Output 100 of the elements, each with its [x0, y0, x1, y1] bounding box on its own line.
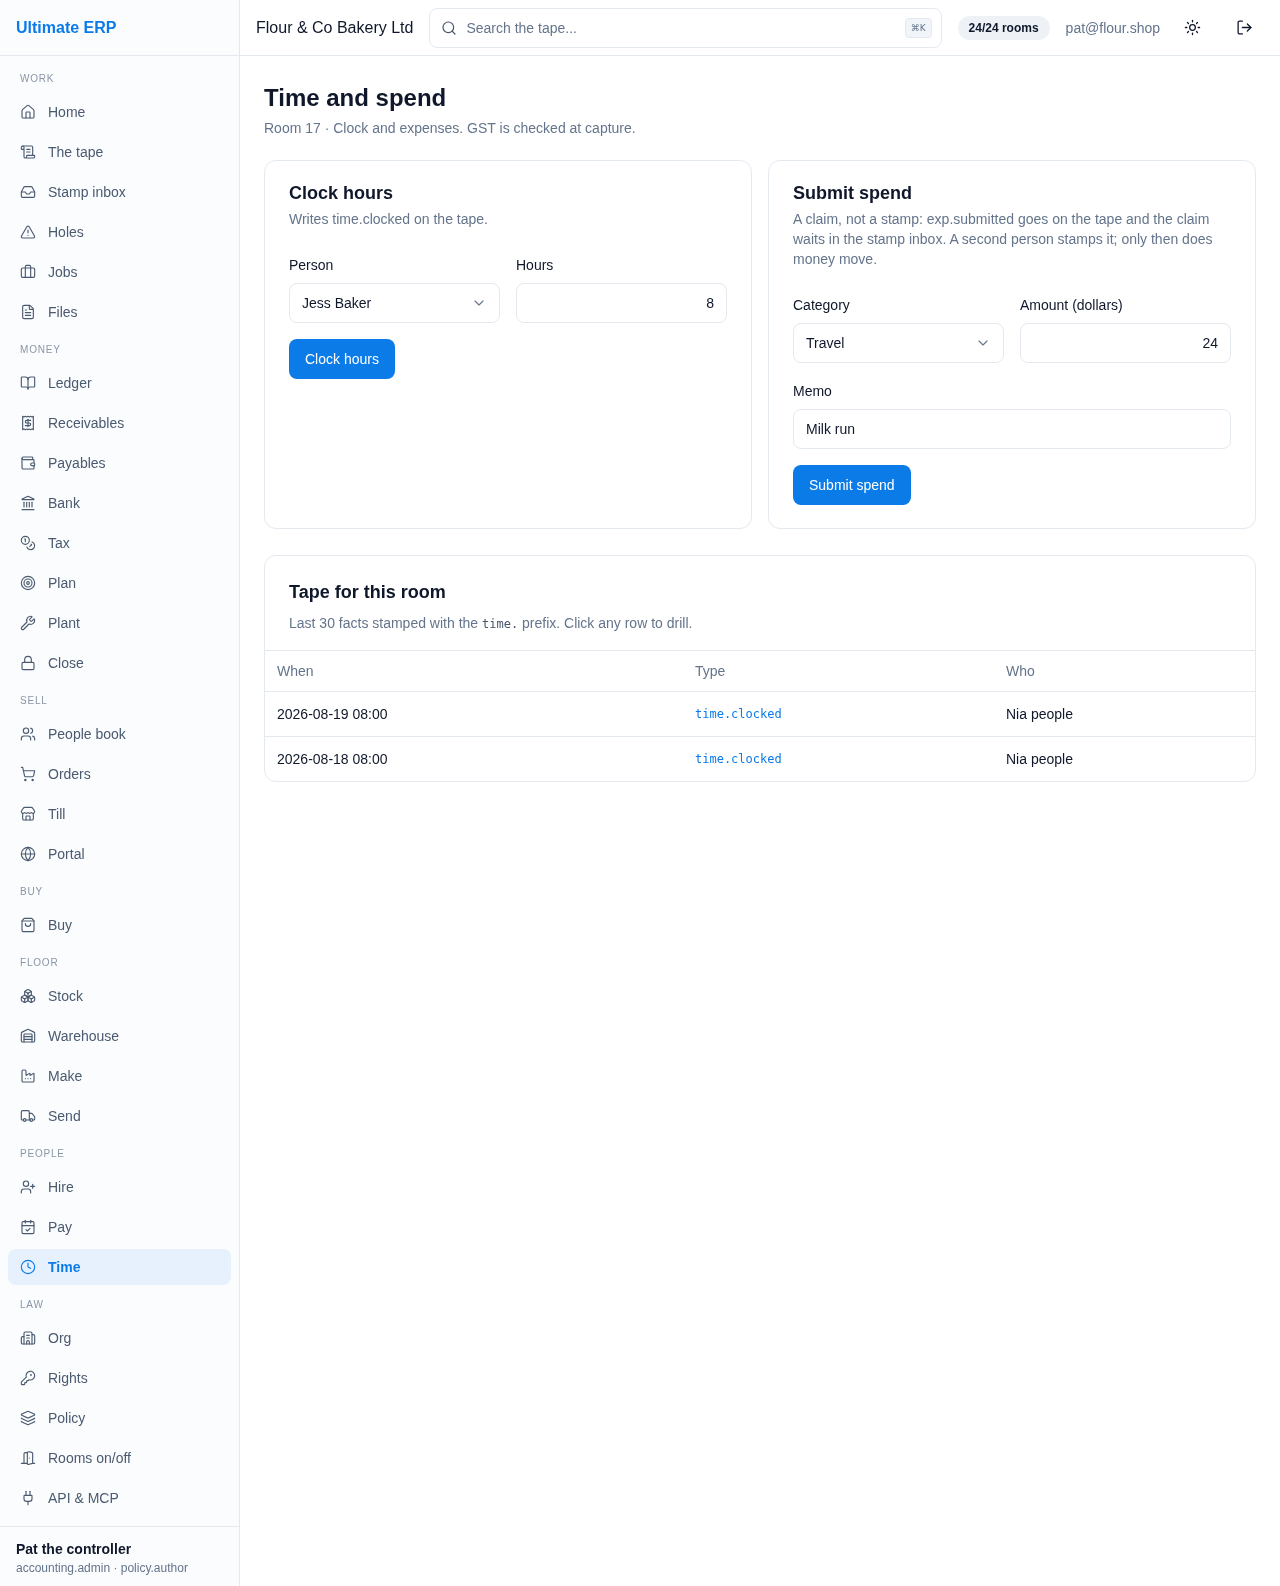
briefcase-icon: [20, 264, 36, 280]
nav-item[interactable]: Warehouse: [8, 1018, 231, 1054]
nav-item[interactable]: Receivables: [8, 405, 231, 441]
field-label: Person: [289, 256, 335, 275]
lock-icon: [20, 655, 36, 671]
column-header: Who: [1005, 662, 1036, 681]
brand-name: Ultimate ERP: [16, 18, 117, 37]
page-subtitle: Room 17 · Clock and expenses. GST is checked at capture.: [264, 119, 637, 138]
nav-section-label: BUY: [19, 885, 44, 899]
building-icon: [20, 1330, 36, 1346]
select-field[interactable]: Travel: [793, 323, 1004, 363]
clock-hours-button[interactable]: Clock hours: [289, 339, 395, 379]
field-label: Amount (dollars): [1020, 296, 1124, 315]
coins-icon: [20, 535, 36, 551]
table-cell-text: time.clocked: [694, 751, 783, 768]
plug-icon: [20, 1490, 36, 1506]
sun-icon: [1183, 19, 1201, 36]
wallet-icon: [20, 455, 36, 471]
select-field[interactable]: Jess Baker: [289, 283, 500, 323]
receipt-icon: [20, 415, 36, 431]
table-cell-text: Nia people: [1005, 705, 1074, 724]
open-book-icon: [20, 375, 36, 391]
layers-icon: [20, 1410, 36, 1426]
nav-item[interactable]: Buy: [8, 907, 231, 943]
nav-item[interactable]: Plant: [8, 605, 231, 641]
search-icon: [441, 19, 458, 36]
column-header: When: [276, 662, 315, 681]
table-cell-text: 2026-08-19 08:00: [276, 705, 389, 724]
nav-item[interactable]: Orders: [8, 756, 231, 792]
table-cell-text: 2026-08-18 08:00: [276, 750, 389, 769]
input-field[interactable]: 8: [516, 283, 727, 323]
nav-section-label: FLOOR: [19, 956, 60, 970]
submit-spend-button[interactable]: Submit spend: [793, 465, 911, 505]
users-icon: [20, 726, 36, 742]
boxes-icon: [20, 988, 36, 1004]
nav-item[interactable]: Hire: [8, 1169, 231, 1205]
nav-item[interactable]: Till: [8, 796, 231, 832]
nav-item[interactable]: Close: [8, 645, 231, 681]
user-roles: accounting.admin · policy.author: [16, 1560, 189, 1576]
user-email: pat@flour.shop: [1065, 19, 1160, 36]
scroll-icon: [20, 144, 36, 160]
bank-building-icon: [20, 495, 36, 511]
logout-icon: [1235, 19, 1253, 36]
nav-item[interactable]: Time: [8, 1249, 231, 1285]
clock-icon: [20, 1259, 36, 1275]
nav-section-label: WORK: [19, 72, 56, 86]
rooms-badge: 24/24 rooms: [957, 15, 1050, 40]
nav-item[interactable]: Portal: [8, 836, 231, 872]
nav-item[interactable]: Payables: [8, 445, 231, 481]
nav-item[interactable]: Stock: [8, 978, 231, 1014]
column-header: Type: [694, 662, 727, 681]
calendar-check-icon: [20, 1219, 36, 1235]
door-icon: [20, 1450, 36, 1466]
wrench-icon: [20, 615, 36, 631]
card-description: Writes time.clocked on the tape.: [289, 210, 489, 229]
input-field[interactable]: Milk run: [793, 409, 1231, 449]
nav-item[interactable]: Org: [8, 1320, 231, 1356]
field-label: Hours: [516, 256, 555, 275]
nav-section-label: SELL: [19, 694, 49, 708]
key-icon: [20, 1370, 36, 1386]
nav-item[interactable]: Holes: [8, 214, 231, 250]
card-description: A claim, not a stamp: exp.submitted goes on the tape and the claim waits in the stamp inbox. A second person stamps it; only then does money move.: [793, 210, 1214, 269]
nav-item[interactable]: Plan: [8, 565, 231, 601]
nav-item[interactable]: Stamp inbox: [8, 174, 231, 210]
nav-item[interactable]: Jobs: [8, 254, 231, 290]
nav-item[interactable]: Tax: [8, 525, 231, 561]
nav-item[interactable]: Make: [8, 1058, 231, 1094]
nav-item[interactable]: Rooms on/off: [8, 1440, 231, 1476]
nav-item[interactable]: Files: [8, 294, 231, 330]
nav-section-label: LAW: [19, 1298, 45, 1312]
nav-item[interactable]: Ledger: [8, 365, 231, 401]
user-name: Pat the controller: [16, 1540, 133, 1558]
card-title: Submit spend: [793, 182, 913, 205]
nav-item[interactable]: Pay: [8, 1209, 231, 1245]
card-title: Tape for this room: [289, 581, 447, 604]
card-title: Clock hours: [289, 182, 395, 205]
warehouse-icon: [20, 1028, 36, 1044]
table-cell-text: Nia people: [1005, 750, 1074, 769]
field-label: Category: [793, 296, 851, 315]
card-description: Last 30 facts stamped with the time. prefix. Click any row to drill.: [289, 614, 694, 633]
user-plus-icon: [20, 1179, 36, 1195]
nav-item[interactable]: Send: [8, 1098, 231, 1134]
table-cell-text: time.clocked: [694, 706, 783, 723]
cart-icon: [20, 766, 36, 782]
document-icon: [20, 304, 36, 320]
nav-item[interactable]: Bank: [8, 485, 231, 521]
globe-icon: [20, 846, 36, 862]
company-name: Flour & Co Bakery Ltd: [256, 18, 414, 37]
page-title: Time and spend: [264, 83, 448, 113]
nav-item[interactable]: The tape: [8, 134, 231, 170]
nav-item[interactable]: API & MCP: [8, 1480, 231, 1516]
nav-item[interactable]: Rights: [8, 1360, 231, 1396]
nav-item[interactable]: Home: [8, 94, 231, 130]
inbox-icon: [20, 184, 36, 200]
nav-item[interactable]: People book: [8, 716, 231, 752]
truck-icon: [20, 1108, 36, 1124]
input-field[interactable]: 24: [1020, 323, 1231, 363]
nav-section-label: PEOPLE: [19, 1147, 66, 1161]
nav-item[interactable]: Policy: [8, 1400, 231, 1436]
shopping-bag-icon: [20, 917, 36, 933]
